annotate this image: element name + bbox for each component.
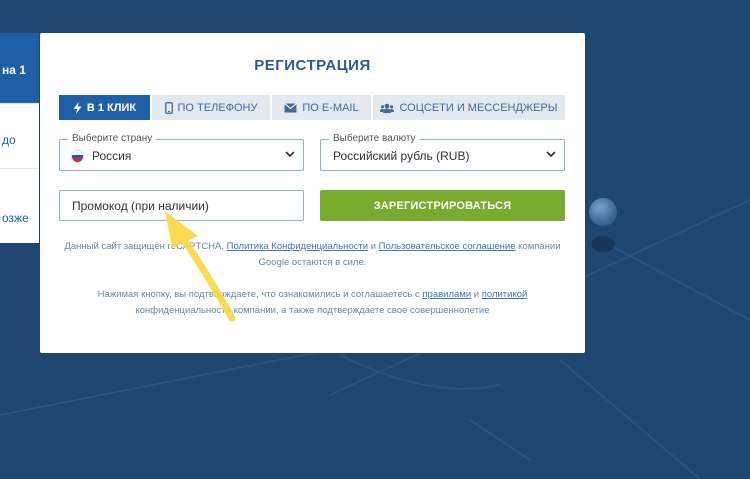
- policy-link[interactable]: политикой: [482, 289, 528, 300]
- recaptcha-suffix-line-2: Google остаются в силе.: [258, 257, 367, 268]
- consent-notice: Нажимая кнопку, вы подтверждаете, что оз…: [60, 287, 565, 319]
- side-panel-text-2: озже: [2, 211, 29, 225]
- recaptcha-suffix: компании: [515, 241, 561, 252]
- tab-one-click[interactable]: В 1 КЛИК: [59, 95, 152, 120]
- terms-link[interactable]: Пользовательское соглашение: [379, 241, 516, 252]
- consent-prefix: Нажимая кнопку, вы подтверждаете, что оз…: [97, 289, 423, 300]
- country-select[interactable]: Выберите страну Россия: [59, 133, 304, 171]
- side-panel-text-1: до: [2, 133, 16, 147]
- register-button[interactable]: ЗАРЕГИСТРИРОВАТЬСЯ: [320, 190, 565, 221]
- tab-label: СОЦСЕТИ И МЕССЕНДЖЕРЫ: [399, 101, 558, 114]
- side-panel-header: на 1: [0, 33, 39, 103]
- phone-icon: [164, 101, 173, 114]
- tab-phone[interactable]: ПО ТЕЛЕФОНУ: [152, 95, 272, 120]
- russia-flag-icon: [71, 150, 84, 163]
- registration-tabs: В 1 КЛИК ПО ТЕЛЕФОНУ ПО E-MAIL СОЦСЕТИ И…: [59, 95, 565, 120]
- consent-suffix: конфиденциальности компании, а также под…: [135, 305, 490, 316]
- page-title: РЕГИСТРАЦИЯ: [254, 57, 371, 74]
- side-panel-divider: [0, 103, 39, 104]
- tab-social[interactable]: СОЦСЕТИ И МЕССЕНДЖЕРЫ: [373, 95, 565, 120]
- recaptcha-and: и: [368, 241, 379, 252]
- side-panel-header-text: на 1: [2, 63, 26, 77]
- tab-label: ПО E-MAIL: [302, 101, 359, 114]
- country-value: Россия: [92, 149, 132, 163]
- side-panel-divider: [0, 168, 39, 169]
- rules-link[interactable]: правилами: [422, 289, 471, 300]
- lightning-icon: [73, 101, 82, 114]
- envelope-icon: [284, 102, 298, 112]
- ball-shadow: [591, 236, 615, 252]
- consent-and: и: [471, 289, 482, 300]
- country-label: Выберите страну: [68, 133, 157, 145]
- currency-value: Российский рубль (RUB): [333, 149, 470, 163]
- currency-select[interactable]: Выберите валюту Российский рубль (RUB): [320, 133, 565, 171]
- tab-label: В 1 КЛИК: [86, 101, 137, 114]
- side-panel: на 1 до озже: [0, 33, 39, 243]
- privacy-policy-link[interactable]: Политика Конфиденциальности: [227, 241, 368, 252]
- recaptcha-notice: Данный сайт защищён reCAPTCHA, Политика …: [60, 239, 565, 271]
- promo-code-input[interactable]: [59, 190, 304, 221]
- chevron-down-icon: [546, 151, 556, 158]
- tab-label: ПО ТЕЛЕФОНУ: [177, 101, 258, 114]
- currency-label: Выберите валюту: [329, 133, 420, 145]
- registration-modal: РЕГИСТРАЦИЯ В 1 КЛИК ПО ТЕЛЕФОНУ ПО E-MA…: [40, 33, 585, 353]
- chevron-down-icon: [285, 151, 295, 158]
- ball-shape: [589, 198, 617, 226]
- tab-email[interactable]: ПО E-MAIL: [272, 95, 373, 120]
- users-icon: [380, 103, 395, 113]
- recaptcha-prefix: Данный сайт защищён reCAPTCHA,: [64, 241, 227, 252]
